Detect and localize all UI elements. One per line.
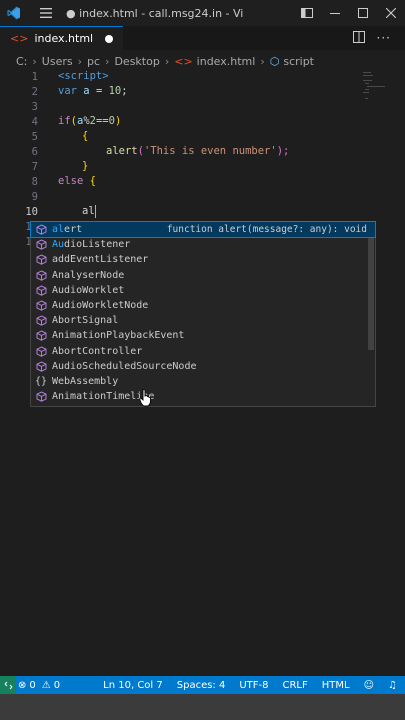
module-braces-icon: {} bbox=[34, 375, 48, 387]
suggestion-item[interactable]: AnimationTimeline bbox=[31, 389, 375, 404]
bell-icon[interactable]: ♫ bbox=[388, 680, 397, 691]
suggestion-item[interactable]: AnimationPlaybackEvent bbox=[31, 328, 375, 343]
chevron-right-icon: › bbox=[105, 54, 110, 68]
more-actions-icon[interactable]: ··· bbox=[377, 31, 391, 46]
status-bar: ⊗ 0 ⚠ 0 Ln 10, Col 7 Spaces: 4 UTF-8 CRL… bbox=[0, 676, 405, 694]
chevron-right-icon: › bbox=[164, 54, 170, 68]
layout-sidebar-icon[interactable] bbox=[293, 8, 321, 18]
hand-pointer-icon bbox=[139, 389, 153, 411]
cube-icon bbox=[34, 269, 48, 281]
remote-icon[interactable] bbox=[0, 676, 16, 694]
window-title: ● index.html - call.msg24.in - Vis... bbox=[66, 6, 244, 20]
problems-indicator[interactable]: ⊗ 0 ⚠ 0 bbox=[18, 680, 60, 691]
breadcrumb-drive[interactable]: C: bbox=[16, 55, 27, 68]
split-editor-icon[interactable] bbox=[352, 30, 365, 46]
symbol-icon: ⬡ bbox=[269, 54, 280, 68]
cube-icon bbox=[34, 224, 48, 236]
suggestion-item[interactable]: AudioListener bbox=[31, 237, 375, 252]
line-number: 7 bbox=[31, 161, 38, 173]
encoding[interactable]: UTF-8 bbox=[239, 680, 268, 691]
suggestion-item[interactable]: addEventListener bbox=[31, 252, 375, 267]
line-number: 6 bbox=[31, 146, 38, 158]
text-cursor bbox=[94, 204, 96, 218]
end-of-line[interactable]: CRLF bbox=[283, 680, 308, 691]
vertical-scrollbar[interactable] bbox=[393, 72, 405, 676]
cube-icon bbox=[34, 239, 48, 251]
suggestion-item[interactable]: AudioWorklet bbox=[31, 283, 375, 298]
breadcrumb-pc[interactable]: pc bbox=[87, 55, 100, 68]
code-line-8: else { bbox=[58, 175, 96, 187]
cube-icon bbox=[34, 284, 48, 296]
html-file-icon: <> bbox=[10, 32, 29, 45]
suggestion-item[interactable]: AbortSignal bbox=[31, 313, 375, 328]
line-number: 5 bbox=[31, 131, 38, 143]
suggestion-item[interactable]: AudioScheduledSourceNode bbox=[31, 359, 375, 374]
title-bar: ● index.html - call.msg24.in - Vis... bbox=[0, 0, 405, 26]
chevron-right-icon: › bbox=[77, 54, 83, 68]
code-line-7: } bbox=[82, 160, 89, 172]
line-number: 2 bbox=[31, 86, 38, 98]
tab-bar: <> index.html ··· bbox=[0, 26, 405, 50]
vscode-logo-icon bbox=[0, 6, 28, 20]
tab-label: index.html bbox=[34, 32, 94, 45]
hamburger-menu-icon[interactable] bbox=[32, 8, 60, 18]
suggestion-detail: function alert(message?: any): void bbox=[166, 224, 367, 236]
language-mode[interactable]: HTML bbox=[322, 680, 350, 691]
html-file-icon: <> bbox=[174, 54, 193, 68]
code-line-4: if(a%2==0) bbox=[58, 115, 122, 127]
taskbar bbox=[0, 694, 405, 720]
cube-icon bbox=[34, 254, 48, 266]
breadcrumb-users[interactable]: Users bbox=[42, 55, 73, 68]
code-line-2: var a = 10; bbox=[58, 85, 128, 97]
suggestion-item[interactable]: {} WebAssembly bbox=[31, 374, 375, 389]
close-icon[interactable] bbox=[377, 8, 405, 18]
breadcrumb-file[interactable]: index.html bbox=[197, 55, 256, 68]
feedback-icon[interactable]: ☺ bbox=[364, 680, 374, 691]
cube-icon bbox=[34, 330, 48, 342]
cube-icon bbox=[34, 300, 48, 312]
suggestion-item[interactable]: AnalyserNode bbox=[31, 268, 375, 283]
suggestion-item[interactable]: alert function alert(message?: any): voi… bbox=[30, 220, 376, 239]
error-icon: ⊗ bbox=[18, 679, 27, 691]
breadcrumb-desktop[interactable]: Desktop bbox=[114, 55, 159, 68]
suggestion-item[interactable]: AudioWorkletNode bbox=[31, 298, 375, 313]
tab-index-html[interactable]: <> index.html bbox=[0, 26, 124, 50]
line-number: 9 bbox=[31, 191, 38, 203]
code-editor[interactable]: 1 2 3 4 5 6 7 8 9 10 11 12 <script> var … bbox=[0, 70, 405, 676]
chevron-right-icon: › bbox=[260, 54, 265, 68]
line-number-active: 10 bbox=[25, 206, 38, 218]
code-line-6: alert('This is even number'); bbox=[106, 145, 290, 157]
line-number: 8 bbox=[31, 176, 38, 188]
line-number: 4 bbox=[31, 116, 38, 128]
breadcrumb-script[interactable]: script bbox=[283, 55, 314, 68]
suggestion-item[interactable]: AbortController bbox=[31, 344, 375, 359]
cursor-position[interactable]: Ln 10, Col 7 bbox=[103, 680, 163, 691]
cube-icon bbox=[34, 360, 48, 372]
cube-icon bbox=[34, 391, 48, 403]
line-number: 1 bbox=[31, 71, 38, 83]
indentation[interactable]: Spaces: 4 bbox=[177, 680, 226, 691]
cube-icon bbox=[34, 345, 48, 357]
suggestions-scrollbar[interactable] bbox=[368, 238, 374, 350]
code-line-1: <script> bbox=[58, 70, 109, 82]
code-line-5: { bbox=[82, 130, 89, 142]
code-line-10: al bbox=[82, 204, 96, 218]
minimap[interactable] bbox=[359, 72, 389, 132]
unsaved-dot-icon[interactable] bbox=[105, 34, 114, 43]
maximize-icon[interactable] bbox=[349, 8, 377, 18]
chevron-right-icon: › bbox=[32, 54, 37, 68]
autocomplete-suggestions: alert function alert(message?: any): voi… bbox=[30, 220, 376, 407]
cube-icon bbox=[34, 315, 48, 327]
line-number: 3 bbox=[31, 101, 38, 113]
minimize-icon[interactable] bbox=[321, 8, 349, 18]
warning-icon: ⚠ bbox=[41, 679, 51, 691]
